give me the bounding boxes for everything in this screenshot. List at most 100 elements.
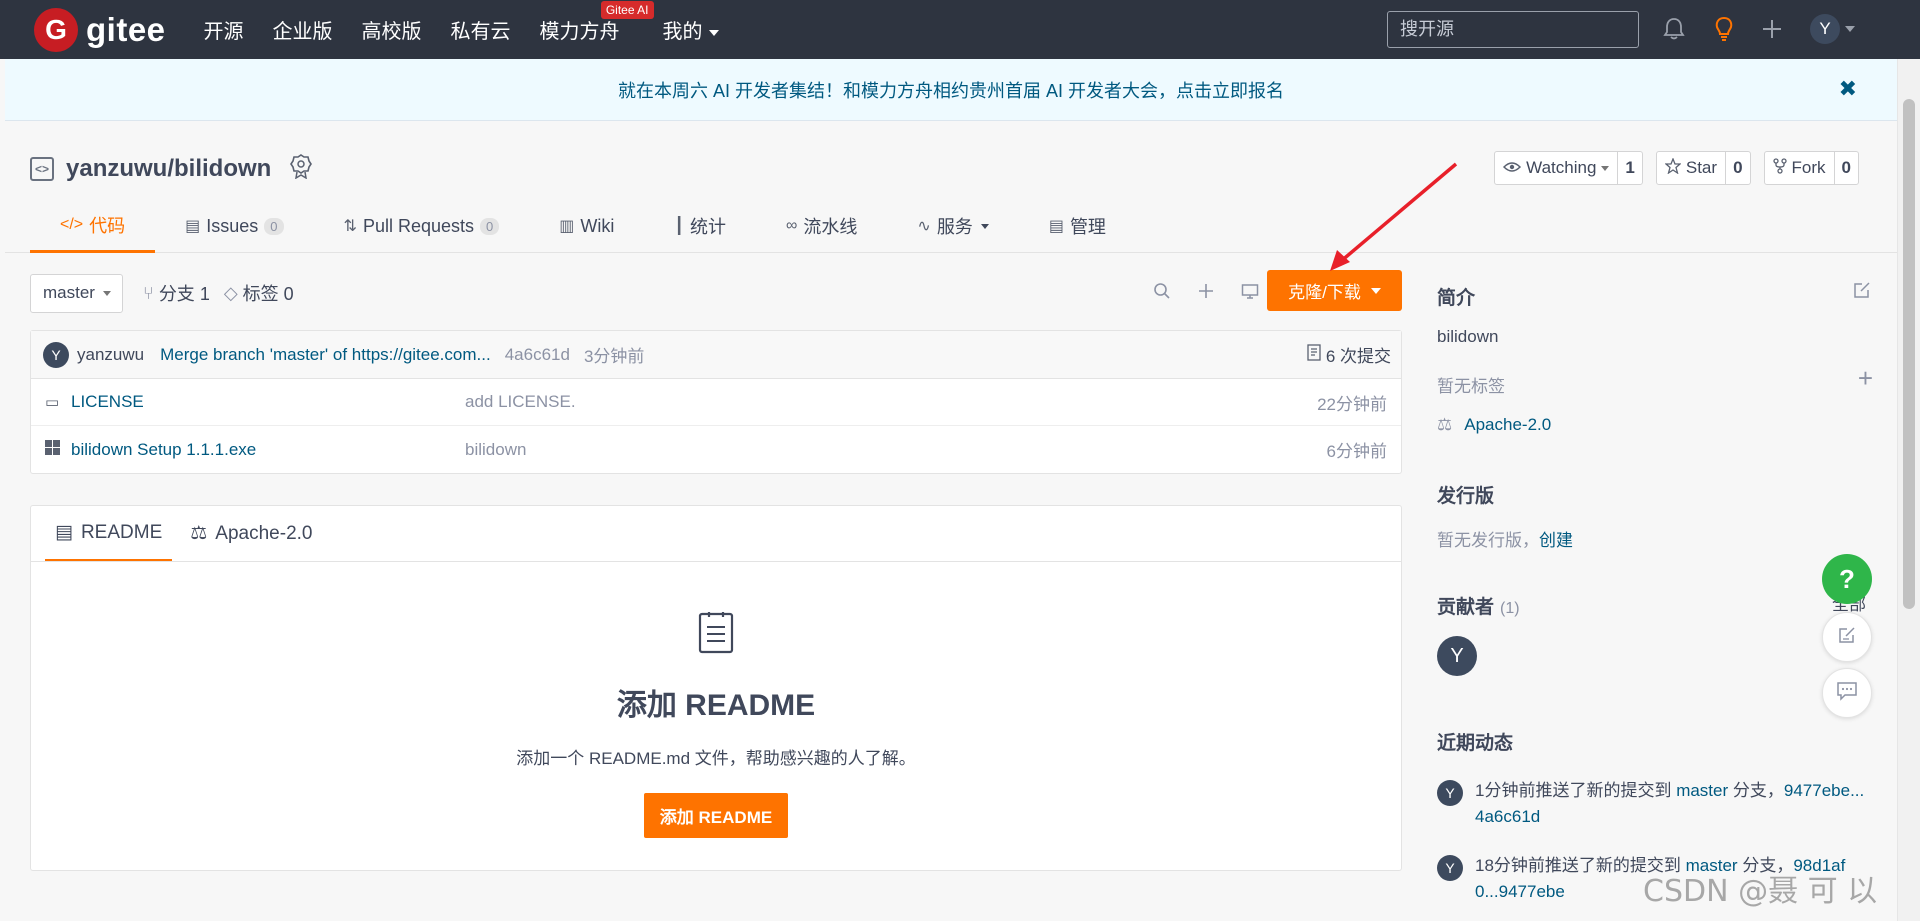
- file-name[interactable]: bilidown Setup 1.1.1.exe: [71, 440, 256, 460]
- star-icon: [1664, 156, 1682, 179]
- code-repo-icon: <>: [30, 156, 54, 181]
- chevron-down-icon: [102, 290, 111, 296]
- star-button[interactable]: Star: [1657, 152, 1727, 184]
- chevron-down-icon[interactable]: [1845, 26, 1855, 32]
- file-commit-message[interactable]: add LICENSE.: [465, 392, 576, 412]
- file-name[interactable]: LICENSE: [71, 392, 144, 412]
- create-release-link[interactable]: 创建: [1539, 531, 1573, 550]
- chat-button[interactable]: [1822, 668, 1872, 718]
- watch-button[interactable]: Watching: [1495, 152, 1619, 184]
- star-count[interactable]: 0: [1726, 152, 1749, 184]
- contributors-title: 贡献者: [1437, 597, 1495, 618]
- branch-select[interactable]: master: [30, 273, 123, 313]
- close-icon[interactable]: ✖: [1839, 76, 1857, 102]
- help-button[interactable]: ?: [1822, 554, 1872, 604]
- add-tag-icon[interactable]: +: [1858, 363, 1873, 394]
- tab-pull-requests-label: Pull Requests: [362, 215, 474, 236]
- readme-description: 添加一个 README.md 文件，帮助感兴趣的人了解。: [516, 749, 916, 768]
- branches-label: 分支 1: [158, 284, 210, 304]
- commit-count-link[interactable]: 6 次提交: [1307, 342, 1391, 367]
- commit-hash[interactable]: 4a6c61d: [505, 345, 570, 365]
- feedback-button[interactable]: [1822, 612, 1872, 662]
- activity-pre: 1分钟前推送了新的提交到: [1475, 781, 1677, 800]
- branch-bar: master ⑂ 分支 1 ◇ 标签 0 克隆/下载: [30, 270, 1402, 313]
- user-avatar[interactable]: Y: [1810, 14, 1840, 44]
- watermark: CSDN @聂 可 以: [1643, 874, 1878, 909]
- clone-download-button[interactable]: 克隆/下载: [1267, 270, 1402, 311]
- file-row[interactable]: ▭ LICENSE add LICENSE. 22分钟前: [31, 379, 1401, 426]
- license-link[interactable]: ⚖ Apache-2.0: [1437, 415, 1551, 435]
- commit-author[interactable]: yanzuwu: [77, 345, 144, 365]
- contributors-header: 贡献者 (1): [1437, 592, 1520, 619]
- nav-link-moli-label: 模力方舟: [539, 21, 620, 43]
- tab-wiki[interactable]: ▥ Wiki: [529, 199, 644, 253]
- tab-readme[interactable]: ▤ README: [45, 506, 173, 561]
- activity-branch-link[interactable]: master: [1676, 781, 1728, 800]
- tab-services[interactable]: ∿ 服务: [887, 199, 1018, 253]
- tab-pipeline[interactable]: ∞ 流水线: [756, 199, 887, 253]
- nav-link-mine-label: 我的: [662, 21, 703, 43]
- tab-issues[interactable]: ▤ Issues 0: [155, 199, 313, 253]
- tab-stats-label: 统计: [690, 217, 726, 237]
- file-row[interactable]: bilidown Setup 1.1.1.exe bilidown 6分钟前: [31, 426, 1401, 473]
- plus-icon[interactable]: [1757, 14, 1787, 44]
- tab-stats[interactable]: ┃ 统计: [644, 199, 756, 253]
- avatar[interactable]: Y: [1437, 780, 1463, 806]
- nav-link-moli[interactable]: 模力方舟 Gitee AI: [539, 1, 654, 44]
- document-icon: [696, 610, 736, 654]
- plus-icon[interactable]: [1194, 279, 1218, 303]
- file-time: 22分钟前: [1317, 394, 1387, 414]
- tab-pull-requests[interactable]: ⇅ Pull Requests 0: [314, 199, 530, 253]
- gitee-logo[interactable]: G gitee: [34, 7, 166, 52]
- tags-link[interactable]: ◇ 标签 0: [224, 280, 294, 306]
- badge-icon[interactable]: [289, 153, 313, 184]
- tab-wiki-label: Wiki: [580, 215, 615, 236]
- nav-link-open-source[interactable]: 开源: [204, 15, 244, 44]
- avatar[interactable]: Y: [43, 341, 69, 368]
- monitor-icon[interactable]: [1238, 279, 1262, 303]
- bell-icon[interactable]: [1659, 14, 1689, 44]
- lightbulb-icon[interactable]: [1709, 14, 1739, 44]
- banner-link[interactable]: 就在本周六 AI 开发者集结！和模力方舟相约贵州首届 AI 开发者大会，点击立即…: [618, 77, 1284, 103]
- tab-code[interactable]: </> 代码: [30, 199, 156, 253]
- fork-count[interactable]: 0: [1835, 152, 1858, 184]
- commit-message[interactable]: Merge branch 'master' of https://gitee.c…: [160, 345, 491, 365]
- tab-manage[interactable]: ▤ 管理: [1019, 199, 1136, 253]
- pulse-icon: ∿: [917, 218, 931, 235]
- tab-license[interactable]: ⚖ Apache-2.0: [180, 506, 322, 561]
- star-group: Star 0: [1655, 151, 1751, 185]
- pull-request-icon: ⇅: [343, 218, 357, 235]
- nav-link-enterprise[interactable]: 企业版: [273, 15, 333, 44]
- avatar[interactable]: Y: [1437, 855, 1463, 881]
- watch-count[interactable]: 1: [1618, 152, 1641, 184]
- tab-code-label: 代码: [89, 215, 126, 236]
- branch-icon: ⑂: [143, 282, 154, 303]
- scrollbar-thumb[interactable]: [1903, 99, 1915, 609]
- announcement-banner: 就在本周六 AI 开发者集结！和模力方舟相约贵州首届 AI 开发者大会，点击立即…: [5, 59, 1897, 121]
- contributor-avatar[interactable]: Y: [1437, 636, 1477, 676]
- latest-commit-row: Y yanzuwu Merge branch 'master' of https…: [31, 331, 1401, 379]
- no-tags-text: 暂无标签: [1437, 377, 1505, 396]
- add-readme-button[interactable]: 添加 README: [643, 793, 789, 838]
- file-table: Y yanzuwu Merge branch 'master' of https…: [30, 330, 1402, 474]
- edit-icon[interactable]: [1853, 281, 1871, 304]
- fork-group: Fork 0: [1763, 151, 1859, 185]
- nav-link-mine[interactable]: 我的: [663, 15, 719, 44]
- nav-link-private-cloud[interactable]: 私有云: [451, 15, 511, 44]
- tab-readme-label: README: [80, 521, 163, 543]
- arrow-head: [1330, 250, 1350, 271]
- repo-title[interactable]: yanzuwu/bilidown: [66, 155, 271, 183]
- fork-button[interactable]: Fork: [1765, 152, 1835, 184]
- fork-icon: [1772, 157, 1787, 179]
- page-scrollbar[interactable]: [1897, 59, 1920, 921]
- gitee-ai-badge[interactable]: Gitee AI: [600, 1, 654, 19]
- search-input[interactable]: [1387, 11, 1639, 48]
- pipeline-icon: ∞: [786, 217, 798, 234]
- file-commit-message[interactable]: bilidown: [465, 440, 526, 460]
- watch-label: Watching: [1526, 158, 1597, 177]
- branches-link[interactable]: ⑂ 分支 1: [143, 280, 210, 306]
- repo-title-row: <> yanzuwu/bilidown: [30, 153, 313, 184]
- nav-link-education[interactable]: 高校版: [362, 15, 422, 44]
- search-icon[interactable]: [1150, 279, 1174, 303]
- nav-links: 开源 企业版 高校版 私有云 模力方舟 Gitee AI 我的: [204, 1, 748, 44]
